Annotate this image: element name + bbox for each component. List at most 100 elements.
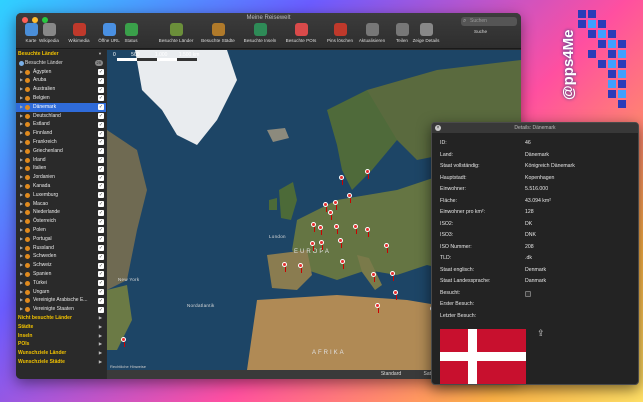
map-pin-icon[interactable] bbox=[319, 240, 324, 250]
disclosure-triangle-icon[interactable]: ▶ bbox=[20, 103, 23, 112]
sidebar-item-country[interactable]: ▶ Kanada ✓ bbox=[16, 182, 106, 191]
sidebar-item-country[interactable]: ▶ Niederlande ✓ bbox=[16, 208, 106, 217]
sidebar-section-visited[interactable]: Besuchte Länder ▼ bbox=[16, 50, 106, 59]
sidebar-item-country[interactable]: ▶ Estland ✓ bbox=[16, 120, 106, 129]
disclosure-triangle-icon[interactable]: ▶ bbox=[20, 129, 23, 138]
map-attribution[interactable]: Rechtliche Hinweise bbox=[110, 364, 146, 369]
disclosure-triangle-icon[interactable]: ▶ bbox=[20, 296, 23, 305]
visited-checkbox[interactable]: ✓ bbox=[98, 253, 104, 260]
disclosure-triangle-icon[interactable]: ▶ bbox=[20, 217, 23, 226]
visited-checkbox[interactable]: ✓ bbox=[98, 271, 104, 278]
map-pin-icon[interactable] bbox=[282, 262, 287, 272]
disclosure-triangle-icon[interactable]: ▶ bbox=[20, 208, 23, 217]
disclosure-triangle-icon[interactable]: ▶ bbox=[20, 182, 23, 191]
sidebar-item-country[interactable]: ▶ Macao ✓ bbox=[16, 200, 106, 209]
disclosure-triangle-icon[interactable]: ▶ bbox=[20, 235, 23, 244]
visited-checkbox[interactable]: ✓ bbox=[98, 130, 104, 137]
sidebar-item-country[interactable]: ▶ Australien ✓ bbox=[16, 85, 106, 94]
disclosure-triangle-icon[interactable]: ▶ bbox=[20, 76, 23, 85]
visited-checkbox[interactable]: ✓ bbox=[98, 183, 104, 190]
map-pin-icon[interactable] bbox=[338, 238, 343, 248]
map-type-standard[interactable]: Standard bbox=[373, 371, 409, 378]
map-pin-icon[interactable] bbox=[339, 175, 344, 185]
sidebar-item-country[interactable]: ▶ Portugal ✓ bbox=[16, 235, 106, 244]
sidebar-item-country[interactable]: ▶ Vereinigte Arabische E... ✓ bbox=[16, 296, 106, 305]
visited-checkbox[interactable]: ✓ bbox=[98, 95, 104, 102]
disclosure-triangle-icon[interactable]: ▶ bbox=[20, 94, 23, 103]
toolbar-button-2[interactable]: Wikimedia bbox=[64, 23, 94, 43]
disclosure-triangle-icon[interactable]: ▶ bbox=[20, 173, 23, 182]
visited-checkbox[interactable]: ✓ bbox=[98, 157, 104, 164]
sidebar-item-country[interactable]: ▶ Deutschland ✓ bbox=[16, 112, 106, 121]
toolbar-button-1[interactable]: Wikipedia bbox=[34, 23, 64, 43]
sidebar-section[interactable]: Nicht besuchte Länder ▶ bbox=[16, 314, 106, 323]
map-pin-icon[interactable] bbox=[393, 290, 398, 300]
sidebar-item-country[interactable]: ▶ Schweden ✓ bbox=[16, 252, 106, 261]
toolbar-button-8[interactable]: Besuchte POIs bbox=[281, 23, 321, 43]
disclosure-triangle-icon[interactable]: ▶ bbox=[20, 112, 23, 121]
visited-checkbox[interactable]: ✓ bbox=[98, 306, 104, 313]
visited-checkbox[interactable]: ✓ bbox=[98, 139, 104, 146]
visited-checkbox[interactable]: ✓ bbox=[98, 227, 104, 234]
disclosure-triangle-icon[interactable]: ▶ bbox=[20, 270, 23, 279]
map-pin-icon[interactable] bbox=[365, 227, 370, 237]
visited-checkbox[interactable]: ✓ bbox=[98, 174, 104, 181]
disclosure-triangle-icon[interactable]: ▶ bbox=[20, 288, 23, 297]
visited-checkbox[interactable]: ✓ bbox=[98, 209, 104, 216]
sidebar-section[interactable]: Wunschziele Städte ▶ bbox=[16, 358, 106, 367]
disclosure-triangle-icon[interactable]: ▶ bbox=[20, 120, 23, 129]
sidebar-section[interactable]: Wunschziele Länder ▶ bbox=[16, 349, 106, 358]
sidebar-item-country[interactable]: ▶ Vereinigte Staaten ✓ bbox=[16, 305, 106, 314]
map-pin-icon[interactable] bbox=[347, 193, 352, 203]
sidebar-item-country[interactable]: ▶ Frankreich ✓ bbox=[16, 138, 106, 147]
toolbar-button-12[interactable]: Zeige Details bbox=[406, 23, 446, 43]
sidebar-section[interactable]: POIs ▶ bbox=[16, 340, 106, 349]
sidebar-item-country[interactable]: ▶ Luxemburg ✓ bbox=[16, 191, 106, 200]
visited-checkbox[interactable]: ✓ bbox=[98, 104, 104, 111]
disclosure-triangle-icon[interactable]: ▶ bbox=[20, 138, 23, 147]
disclosure-triangle-icon[interactable]: ▶ bbox=[20, 261, 23, 270]
map-pin-icon[interactable] bbox=[371, 272, 376, 282]
disclosure-triangle-icon[interactable]: ▶ bbox=[20, 244, 23, 253]
search-input[interactable]: ⌕ Suchen bbox=[461, 17, 517, 26]
disclosure-triangle-icon[interactable]: ▶ bbox=[20, 226, 23, 235]
sidebar-item-visited-all[interactable]: Besuchte Länder 25 bbox=[16, 59, 106, 68]
disclosure-triangle-icon[interactable]: ▶ bbox=[20, 252, 23, 261]
visited-checkbox[interactable]: ✓ bbox=[98, 245, 104, 252]
visited-checkbox[interactable]: ✓ bbox=[98, 86, 104, 93]
visited-checkbox[interactable] bbox=[525, 290, 531, 297]
map-pin-icon[interactable] bbox=[384, 243, 389, 253]
toolbar-button-7[interactable]: Besuchte Inseln bbox=[240, 23, 280, 43]
disclosure-triangle-icon[interactable]: ▶ bbox=[20, 85, 23, 94]
sidebar-item-country[interactable]: ▶ Dänemark ✓ bbox=[16, 102, 106, 112]
visited-checkbox[interactable]: ✓ bbox=[98, 113, 104, 120]
map-pin-icon[interactable] bbox=[121, 337, 126, 347]
disclosure-triangle-icon[interactable]: ▶ bbox=[20, 156, 23, 165]
disclosure-triangle-icon[interactable]: ▶ bbox=[20, 68, 23, 77]
map-pin-icon[interactable] bbox=[310, 241, 315, 251]
sidebar-item-country[interactable]: ▶ Ungarn ✓ bbox=[16, 288, 106, 297]
visited-checkbox[interactable]: ✓ bbox=[98, 201, 104, 208]
toolbar-button-5[interactable]: Besuchte Länder bbox=[156, 23, 196, 43]
sidebar-item-country[interactable]: ▶ Ägypten ✓ bbox=[16, 68, 106, 77]
map-pin-icon[interactable] bbox=[318, 225, 323, 235]
sidebar-item-country[interactable]: ▶ Italien ✓ bbox=[16, 164, 106, 173]
disclosure-triangle-icon[interactable]: ▶ bbox=[20, 147, 23, 156]
sidebar-item-country[interactable]: ▶ Jordanien ✓ bbox=[16, 173, 106, 182]
sidebar-item-country[interactable]: ▶ Polen ✓ bbox=[16, 226, 106, 235]
sidebar-item-country[interactable]: ▶ Irland ✓ bbox=[16, 156, 106, 165]
visited-checkbox[interactable]: ✓ bbox=[98, 262, 104, 269]
visited-checkbox[interactable]: ✓ bbox=[98, 165, 104, 172]
map-pin-icon[interactable] bbox=[375, 303, 380, 313]
visited-checkbox[interactable]: ✓ bbox=[98, 297, 104, 304]
close-icon[interactable]: × bbox=[435, 125, 441, 131]
sidebar-item-country[interactable]: ▶ Finnland ✓ bbox=[16, 129, 106, 138]
visited-checkbox[interactable]: ✓ bbox=[98, 236, 104, 243]
map-pin-icon[interactable] bbox=[311, 222, 316, 232]
visited-checkbox[interactable]: ✓ bbox=[98, 148, 104, 155]
disclosure-triangle-icon[interactable]: ▶ bbox=[20, 279, 23, 288]
visited-checkbox[interactable]: ✓ bbox=[98, 218, 104, 225]
toolbar-button-6[interactable]: Besuchte Städte bbox=[198, 23, 238, 43]
toolbar-button-10[interactable]: Aktualisieren bbox=[352, 23, 392, 43]
disclosure-triangle-icon[interactable]: ▶ bbox=[20, 200, 23, 209]
